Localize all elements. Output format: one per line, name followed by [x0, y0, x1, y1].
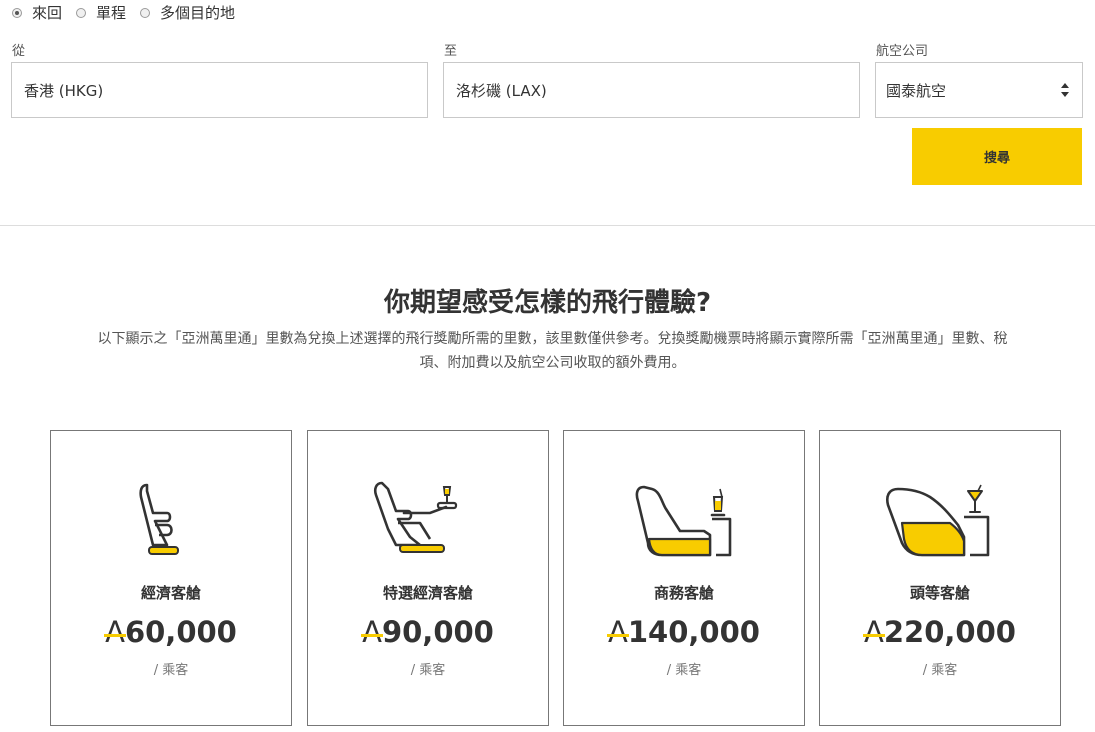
radio-round-trip[interactable] — [12, 7, 22, 18]
to-label: 至 — [444, 44, 458, 59]
cabin-miles: A60,000 — [51, 615, 291, 649]
radio-label-multi-city: 多個目的地 — [160, 4, 236, 22]
cabin-miles-value: 140,000 — [627, 615, 760, 649]
cabin-name: 特選經濟客艙 — [382, 584, 473, 602]
cabin-card-economy[interactable]: 經濟客艙 A60,000 / 乘客 — [50, 430, 292, 726]
to-input[interactable] — [454, 80, 849, 100]
cabin-miles-value: 220,000 — [883, 615, 1016, 649]
trip-type-group: 來回 單程 多個目的地 — [12, 2, 249, 23]
from-field[interactable] — [11, 62, 428, 118]
trip-type-round-trip[interactable]: 來回 — [12, 2, 62, 23]
per-passenger: / 乘客 — [666, 663, 702, 678]
economy-seat-icon — [139, 483, 179, 555]
asia-miles-symbol-icon: A — [361, 615, 383, 649]
asia-miles-symbol-icon: A — [607, 615, 629, 649]
cabin-miles-value: 60,000 — [124, 615, 237, 649]
cabin-miles: A220,000 — [820, 615, 1060, 649]
cabin-card-business[interactable]: 商務客艙 A140,000 / 乘客 — [563, 430, 805, 726]
asia-miles-symbol-icon: A — [104, 615, 126, 649]
radio-multi-city[interactable] — [140, 7, 151, 18]
cabin-name: 商務客艙 — [653, 584, 714, 602]
cabin-name: 經濟客艙 — [140, 584, 201, 602]
select-arrows-icon — [1061, 83, 1069, 97]
cabin-card-first[interactable]: 頭等客艙 A220,000 / 乘客 — [819, 430, 1061, 726]
cabin-miles: A140,000 — [564, 615, 804, 649]
first-class-seat-icon — [886, 484, 990, 557]
business-seat-icon — [635, 485, 732, 557]
intro-text: 以下顯示之「亞洲萬里通」里數為兌換上述選擇的飛行獎勵所需的里數，該里數僅供參考。… — [97, 331, 1008, 371]
airline-select[interactable]: 國泰航空 — [875, 62, 1083, 118]
from-input[interactable] — [22, 80, 417, 100]
page-title: 你期望感受怎樣的飛行體驗? — [383, 288, 712, 318]
asia-miles-symbol-icon: A — [863, 615, 885, 649]
search-button[interactable]: 搜尋 — [912, 128, 1082, 185]
per-passenger: / 乘客 — [153, 663, 189, 678]
from-label: 從 — [12, 44, 26, 59]
cabin-miles-value: 90,000 — [381, 615, 494, 649]
radio-one-way[interactable] — [76, 7, 87, 18]
airline-label: 航空公司 — [876, 44, 929, 59]
trip-type-multi-city[interactable]: 多個目的地 — [140, 2, 235, 23]
to-field[interactable] — [443, 62, 860, 118]
airline-selected-value: 國泰航空 — [886, 81, 947, 100]
section-divider — [0, 225, 1095, 226]
per-passenger: / 乘客 — [410, 663, 446, 678]
trip-type-one-way[interactable]: 單程 — [76, 2, 126, 23]
cabin-miles: A90,000 — [308, 615, 548, 649]
radio-label-round-trip: 來回 — [32, 4, 63, 22]
cabin-card-premium-economy[interactable]: 特選經濟客艙 A90,000 / 乘客 — [307, 430, 549, 726]
per-passenger: / 乘客 — [922, 663, 958, 678]
cabin-name: 頭等客艙 — [909, 584, 970, 602]
premium-economy-seat-icon — [373, 481, 458, 553]
radio-label-one-way: 單程 — [96, 4, 127, 22]
